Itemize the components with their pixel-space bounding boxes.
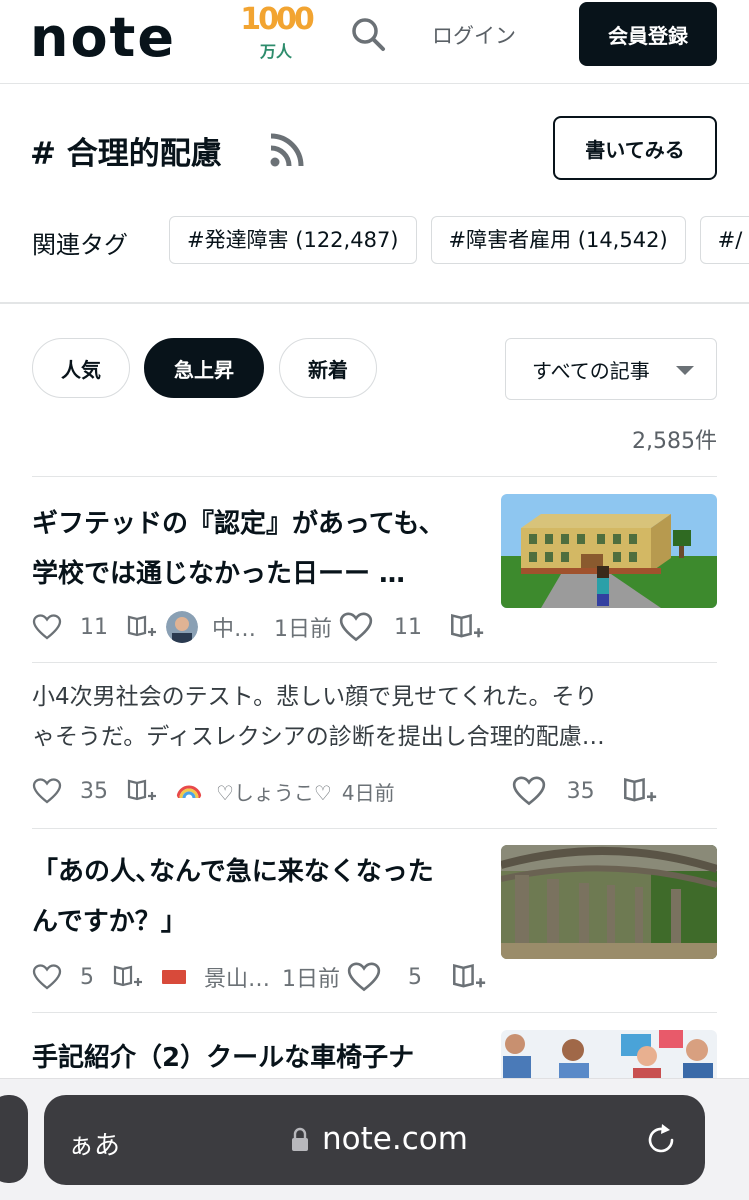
- article-thumbnail[interactable]: [501, 1030, 717, 1078]
- badge-number: 1000: [240, 2, 315, 37]
- rss-icon[interactable]: [268, 133, 304, 169]
- post-time: 4日前: [341, 780, 395, 805]
- article-meta: 5 景山… 1日前 5: [32, 957, 486, 997]
- reload-icon[interactable]: [642, 1121, 680, 1159]
- login-link[interactable]: ログイン: [432, 20, 516, 50]
- article-thumbnail[interactable]: [501, 845, 717, 959]
- heart-icon[interactable]: [32, 777, 62, 805]
- article-thumbnail[interactable]: [501, 494, 717, 608]
- article-meta: 35 ♡しょうこ♡ 4日前 35: [32, 771, 717, 811]
- heart-icon[interactable]: [32, 613, 62, 641]
- article-title[interactable]: 「あの人､なんで急に来なくなった んですか？」: [32, 847, 434, 947]
- like-count: 5: [80, 964, 94, 990]
- page-title: # 合理的配慮: [30, 136, 222, 172]
- article-excerpt-line: 小4次男社会のテスト。悲しい顔で見せてくれた。そり: [32, 684, 598, 710]
- address-bar[interactable]: ぁあ note.com: [44, 1095, 705, 1185]
- magazine-add-icon[interactable]: [448, 611, 484, 643]
- magazine-add-icon[interactable]: [126, 777, 156, 805]
- article-title[interactable]: ギフテッドの『認定』があっても、 学校では通じなかった日ーー …: [32, 499, 445, 599]
- avatar[interactable]: [162, 970, 186, 984]
- article-card[interactable]: 手記紹介（2）クールな車椅子ナ: [32, 1012, 717, 1078]
- article-title-line: ギフテッドの『認定』があっても、: [32, 509, 445, 539]
- magazine-add-icon[interactable]: [112, 963, 142, 991]
- note-logo[interactable]: note: [30, 6, 176, 69]
- signup-button[interactable]: 会員登録: [579, 2, 717, 66]
- like-count: 5: [408, 964, 423, 990]
- author-name[interactable]: ♡しょうこ♡: [216, 777, 332, 806]
- heart-icon[interactable]: [511, 775, 547, 807]
- write-button[interactable]: 書いてみる: [553, 116, 717, 180]
- badge-unit: 万人: [259, 42, 292, 61]
- tab-popular[interactable]: 人気: [32, 338, 130, 398]
- author-name[interactable]: 景山…: [204, 961, 270, 993]
- url-text[interactable]: note.com: [322, 1121, 468, 1157]
- post-time: 1日前: [282, 967, 341, 992]
- article-title-line: んですか？」: [32, 907, 187, 937]
- heart-icon[interactable]: [338, 611, 374, 643]
- magazine-add-icon[interactable]: [126, 613, 156, 641]
- related-tag-chip[interactable]: #/: [699, 216, 749, 264]
- anniversary-badge: 1000 万人: [240, 2, 315, 70]
- author-name[interactable]: 中…: [212, 611, 256, 643]
- site-header: note 1000 万人 ログイン 会員登録: [0, 0, 749, 84]
- article-excerpt[interactable]: 小4次男社会のテスト。悲しい顔で見せてくれた。そり ゃそうだ。ディスレクシアの診…: [32, 677, 605, 757]
- post-time: 1日前: [274, 617, 333, 642]
- related-tags: #発達障害 (122,487) #障害者雇用 (14,542) #/: [169, 216, 749, 264]
- article-excerpt-line: ゃそうだ。ディスレクシアの診断を提出し合理的配慮…: [32, 724, 605, 750]
- article-card[interactable]: 小4次男社会のテスト。悲しい顔で見せてくれた。そり ゃそうだ。ディスレクシアの診…: [32, 662, 717, 828]
- magazine-add-icon[interactable]: [450, 961, 486, 993]
- related-tag-chip[interactable]: #発達障害 (122,487): [169, 216, 417, 264]
- article-meta: 11 中… 1日前 11: [32, 607, 484, 647]
- magazine-add-icon[interactable]: [621, 775, 657, 807]
- search-icon[interactable]: [348, 14, 388, 54]
- people-meeting-image: [501, 1030, 717, 1078]
- heart-icon[interactable]: [32, 963, 62, 991]
- previous-tab[interactable]: [0, 1095, 28, 1183]
- article-title-line: 「あの人､なんで急に来なくなった: [32, 857, 434, 887]
- avatar[interactable]: [166, 611, 198, 643]
- related-tags-label: 関連タグ: [32, 231, 128, 259]
- tab-trending[interactable]: 急上昇: [144, 338, 264, 398]
- tab-new[interactable]: 新着: [279, 338, 377, 398]
- lock-icon: [292, 1127, 308, 1151]
- article-count: 2,585件: [632, 429, 717, 454]
- article-filter-dropdown[interactable]: すべての記事: [505, 338, 717, 400]
- browser-toolbar: ぁあ note.com: [0, 1078, 749, 1200]
- like-count: 11: [394, 614, 423, 640]
- like-count: 35: [80, 778, 108, 804]
- reader-settings-button[interactable]: ぁあ: [68, 1125, 120, 1162]
- caret-down-icon: [676, 366, 694, 375]
- article-card[interactable]: 「あの人､なんで急に来なくなった んですか？」 5 景山… 1日前 5: [32, 828, 717, 1012]
- heart-icon[interactable]: [346, 961, 382, 993]
- like-count: 11: [80, 614, 108, 640]
- avatar[interactable]: [176, 778, 202, 804]
- minecraft-school-image: [501, 494, 717, 608]
- related-tag-chip[interactable]: #障害者雇用 (14,542): [430, 216, 686, 264]
- article-card[interactable]: ギフテッドの『認定』があっても、 学校では通じなかった日ーー … 11 中… 1…: [32, 476, 717, 662]
- article-title[interactable]: 手記紹介（2）クールな車椅子ナ: [32, 1033, 414, 1078]
- article-title-line: 学校では通じなかった日ーー …: [32, 559, 406, 589]
- article-title-line: 手記紹介（2）クールな車椅子ナ: [32, 1043, 415, 1073]
- dropdown-value: すべての記事: [532, 358, 650, 383]
- divider: [0, 302, 749, 304]
- tree-tunnel-image: [501, 845, 717, 959]
- like-count: 35: [566, 778, 595, 804]
